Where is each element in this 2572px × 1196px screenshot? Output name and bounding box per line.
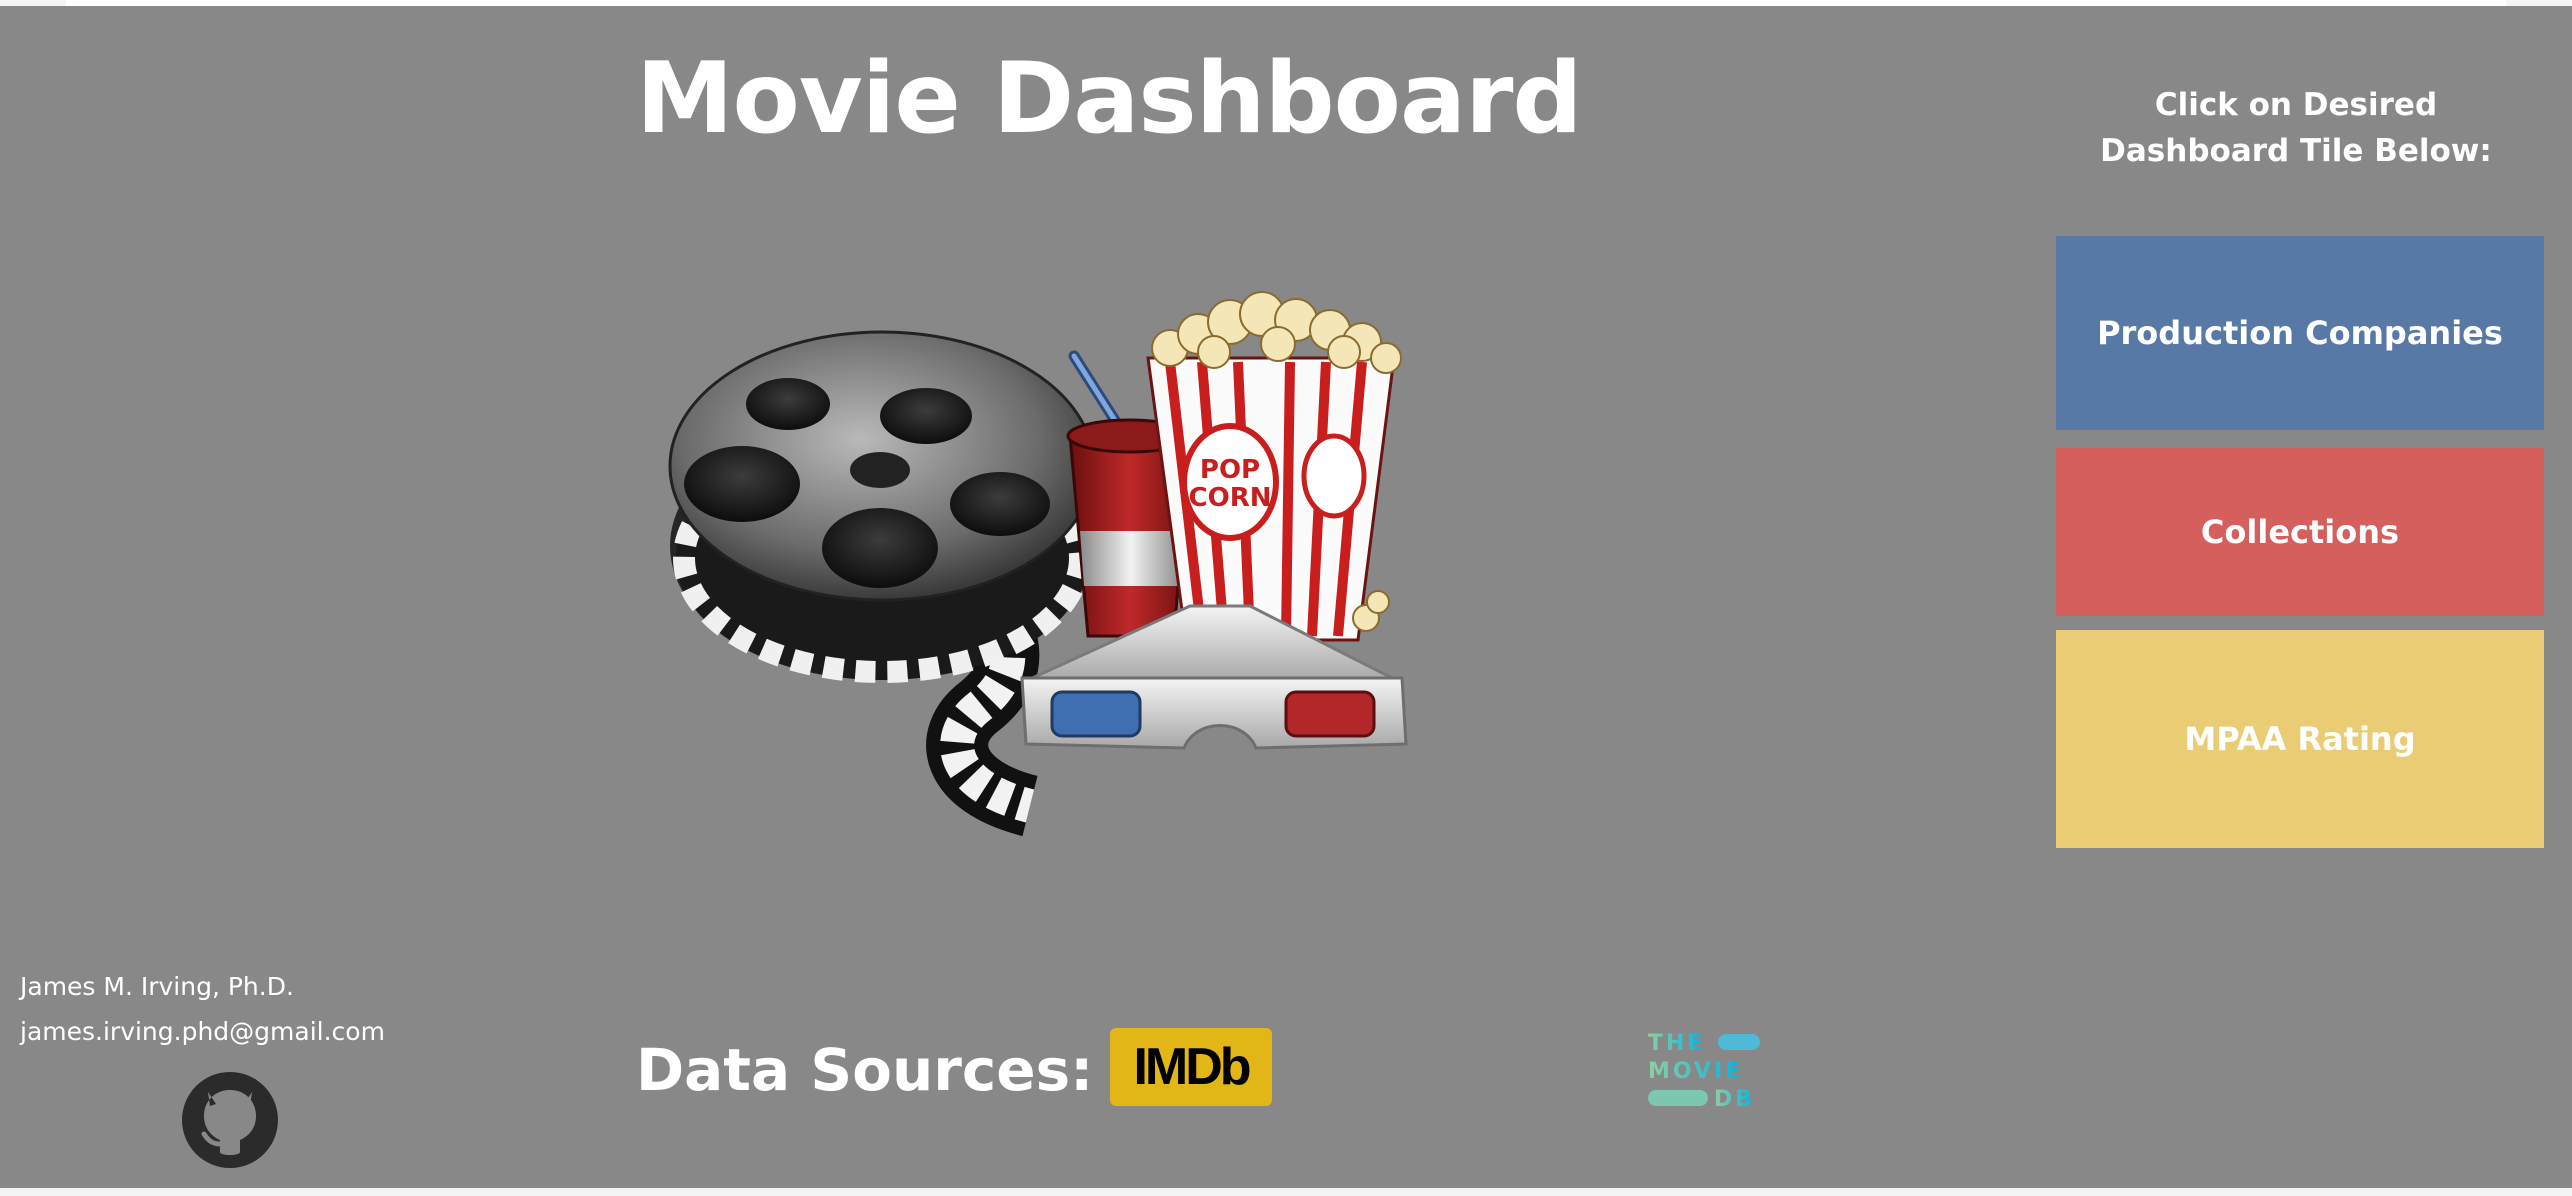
production-companies-tile[interactable]: Production Companies: [2056, 236, 2544, 430]
svg-text:CORN: CORN: [1189, 483, 1272, 513]
tmdb-logo-line-3: DB: [1714, 1087, 1755, 1112]
movie-hero-illustration: POP CORN: [668, 291, 1408, 837]
github-icon[interactable]: [180, 1070, 280, 1170]
collections-label: Collections: [2200, 513, 2400, 551]
page-title: Movie Dashboard: [636, 42, 1583, 156]
popcorn-box-icon: POP CORN: [1146, 291, 1402, 642]
page-canvas: Movie Dashboard Click on Desired Dashboa…: [0, 0, 2572, 1196]
bottom-divider: [0, 1188, 2572, 1196]
imdb-logo-text: IMDb: [1133, 1038, 1251, 1096]
production-companies-label: Production Companies: [2097, 314, 2503, 352]
mpaa-rating-label: MPAA Rating: [2184, 720, 2416, 758]
author-email[interactable]: james.irving.phd@gmail.com: [20, 1017, 385, 1046]
tmdb-logo-line-1: THE: [1648, 1031, 1705, 1056]
dashboard-panel: Movie Dashboard Click on Desired Dashboa…: [0, 6, 2572, 1188]
svg-text:POP: POP: [1200, 455, 1260, 485]
imdb-logo[interactable]: IMDb: [1110, 1028, 1272, 1106]
collections-tile[interactable]: Collections: [2056, 448, 2544, 616]
tmdb-logo-line-2: MOVIE: [1648, 1059, 1743, 1084]
data-sources-label: Data Sources:: [636, 1036, 1094, 1104]
tile-instruction: Click on Desired Dashboard Tile Below:: [2100, 87, 2492, 169]
film-reel-icon: [668, 330, 1096, 683]
tmdb-logo[interactable]: THE MOVIE DB: [1648, 1028, 1762, 1112]
author-name: James M. Irving, Ph.D.: [20, 972, 294, 1001]
mpaa-rating-tile[interactable]: MPAA Rating: [2056, 630, 2544, 848]
